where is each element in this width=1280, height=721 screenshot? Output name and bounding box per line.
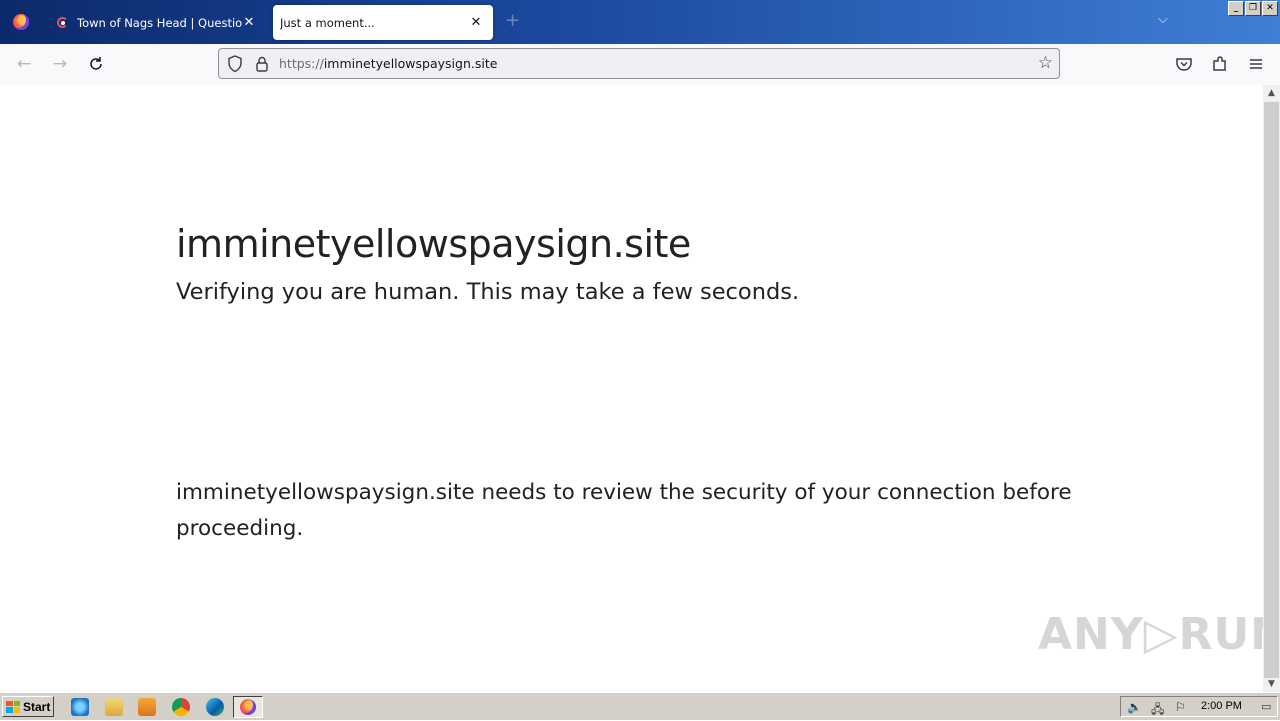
windows-flag-icon (6, 700, 20, 713)
scroll-thumb[interactable] (1264, 102, 1279, 678)
file-explorer-icon[interactable] (105, 698, 123, 716)
scroll-down-arrow-icon[interactable]: ▼ (1263, 676, 1280, 692)
tab-title: Just a moment... (280, 15, 375, 30)
page-title: imminetyellowspaysign.site (176, 222, 691, 266)
pocket-icon[interactable] (1174, 54, 1194, 74)
network-icon[interactable]: 🖧 (1151, 700, 1164, 721)
lock-icon[interactable] (255, 55, 269, 73)
clock[interactable]: 2:00 PM (1201, 700, 1242, 712)
vertical-scrollbar[interactable]: ▲ ▼ (1263, 85, 1280, 692)
firefox-view-button[interactable] (0, 0, 42, 44)
firefox-taskbar-button[interactable] (233, 696, 263, 718)
bookmark-star-icon[interactable]: ☆ (1038, 53, 1053, 73)
window-controls: _ ❐ ✕ (1228, 1, 1278, 16)
system-tray: 🔈 🖧 ⚐ 2:00 PM ▭ (1120, 696, 1278, 717)
media-player-icon[interactable] (138, 698, 156, 716)
minimize-button[interactable]: _ (1228, 1, 1244, 16)
security-review-message: imminetyellowspaysign.site needs to revi… (176, 480, 1072, 541)
url-bar[interactable]: https://imminetyellowspaysign.site ☆ (218, 48, 1060, 79)
close-window-button[interactable]: ✕ (1262, 1, 1278, 16)
chrome-icon[interactable] (172, 698, 190, 716)
show-desktop-icon[interactable]: ▭ (1261, 700, 1271, 713)
firefox-icon (13, 14, 29, 30)
url-host: imminetyellowspaysign.site (323, 56, 498, 71)
url-scheme: https:// (279, 56, 324, 71)
start-label: Start (23, 699, 51, 714)
volume-icon[interactable]: 🔈 (1127, 700, 1142, 714)
action-center-flag-icon[interactable]: ⚐ (1175, 700, 1186, 714)
tracking-protection-shield-icon[interactable] (227, 55, 243, 73)
close-icon[interactable]: ✕ (242, 15, 256, 30)
restore-button[interactable]: ❐ (1245, 1, 1261, 16)
reload-icon (90, 57, 102, 70)
scroll-up-arrow-icon[interactable]: ▲ (1263, 85, 1280, 101)
tab-strip: Town of Nags Head | QuestionScope ✕ Just… (0, 0, 1280, 44)
url-text[interactable]: https://imminetyellowspaysign.site (279, 56, 497, 71)
hamburger-menu-icon[interactable] (1246, 54, 1266, 74)
edge-icon[interactable] (206, 698, 224, 716)
close-icon[interactable]: ✕ (469, 15, 483, 30)
back-button[interactable]: ← (12, 52, 36, 76)
start-button[interactable]: Start (2, 696, 54, 717)
reload-button[interactable] (84, 52, 108, 76)
page-content: imminetyellowspaysign.site Verifying you… (0, 85, 1280, 692)
tab-just-a-moment[interactable]: Just a moment... ✕ (273, 5, 493, 40)
anyrun-watermark-logo: ANY▷RUN (1038, 609, 1280, 660)
firefox-icon (240, 699, 256, 715)
tab-nags-head[interactable]: Town of Nags Head | QuestionScope ✕ (44, 5, 266, 40)
questionscope-favicon-icon (56, 16, 70, 30)
tab-title: Town of Nags Head | QuestionScope (77, 15, 242, 30)
new-tab-button[interactable]: + (505, 10, 520, 31)
taskbar: Start 🔈 🖧 ⚐ 2:00 PM ▭ (0, 692, 1280, 720)
navigation-toolbar: ← → https://imminetyellowspaysign.site ☆ (0, 44, 1280, 86)
extensions-icon[interactable] (1210, 54, 1230, 74)
forward-button[interactable]: → (48, 52, 72, 76)
verification-message: Verifying you are human. This may take a… (176, 279, 800, 305)
internet-explorer-icon[interactable] (71, 698, 89, 716)
list-all-tabs-icon[interactable]: ⌵ (1158, 12, 1168, 27)
